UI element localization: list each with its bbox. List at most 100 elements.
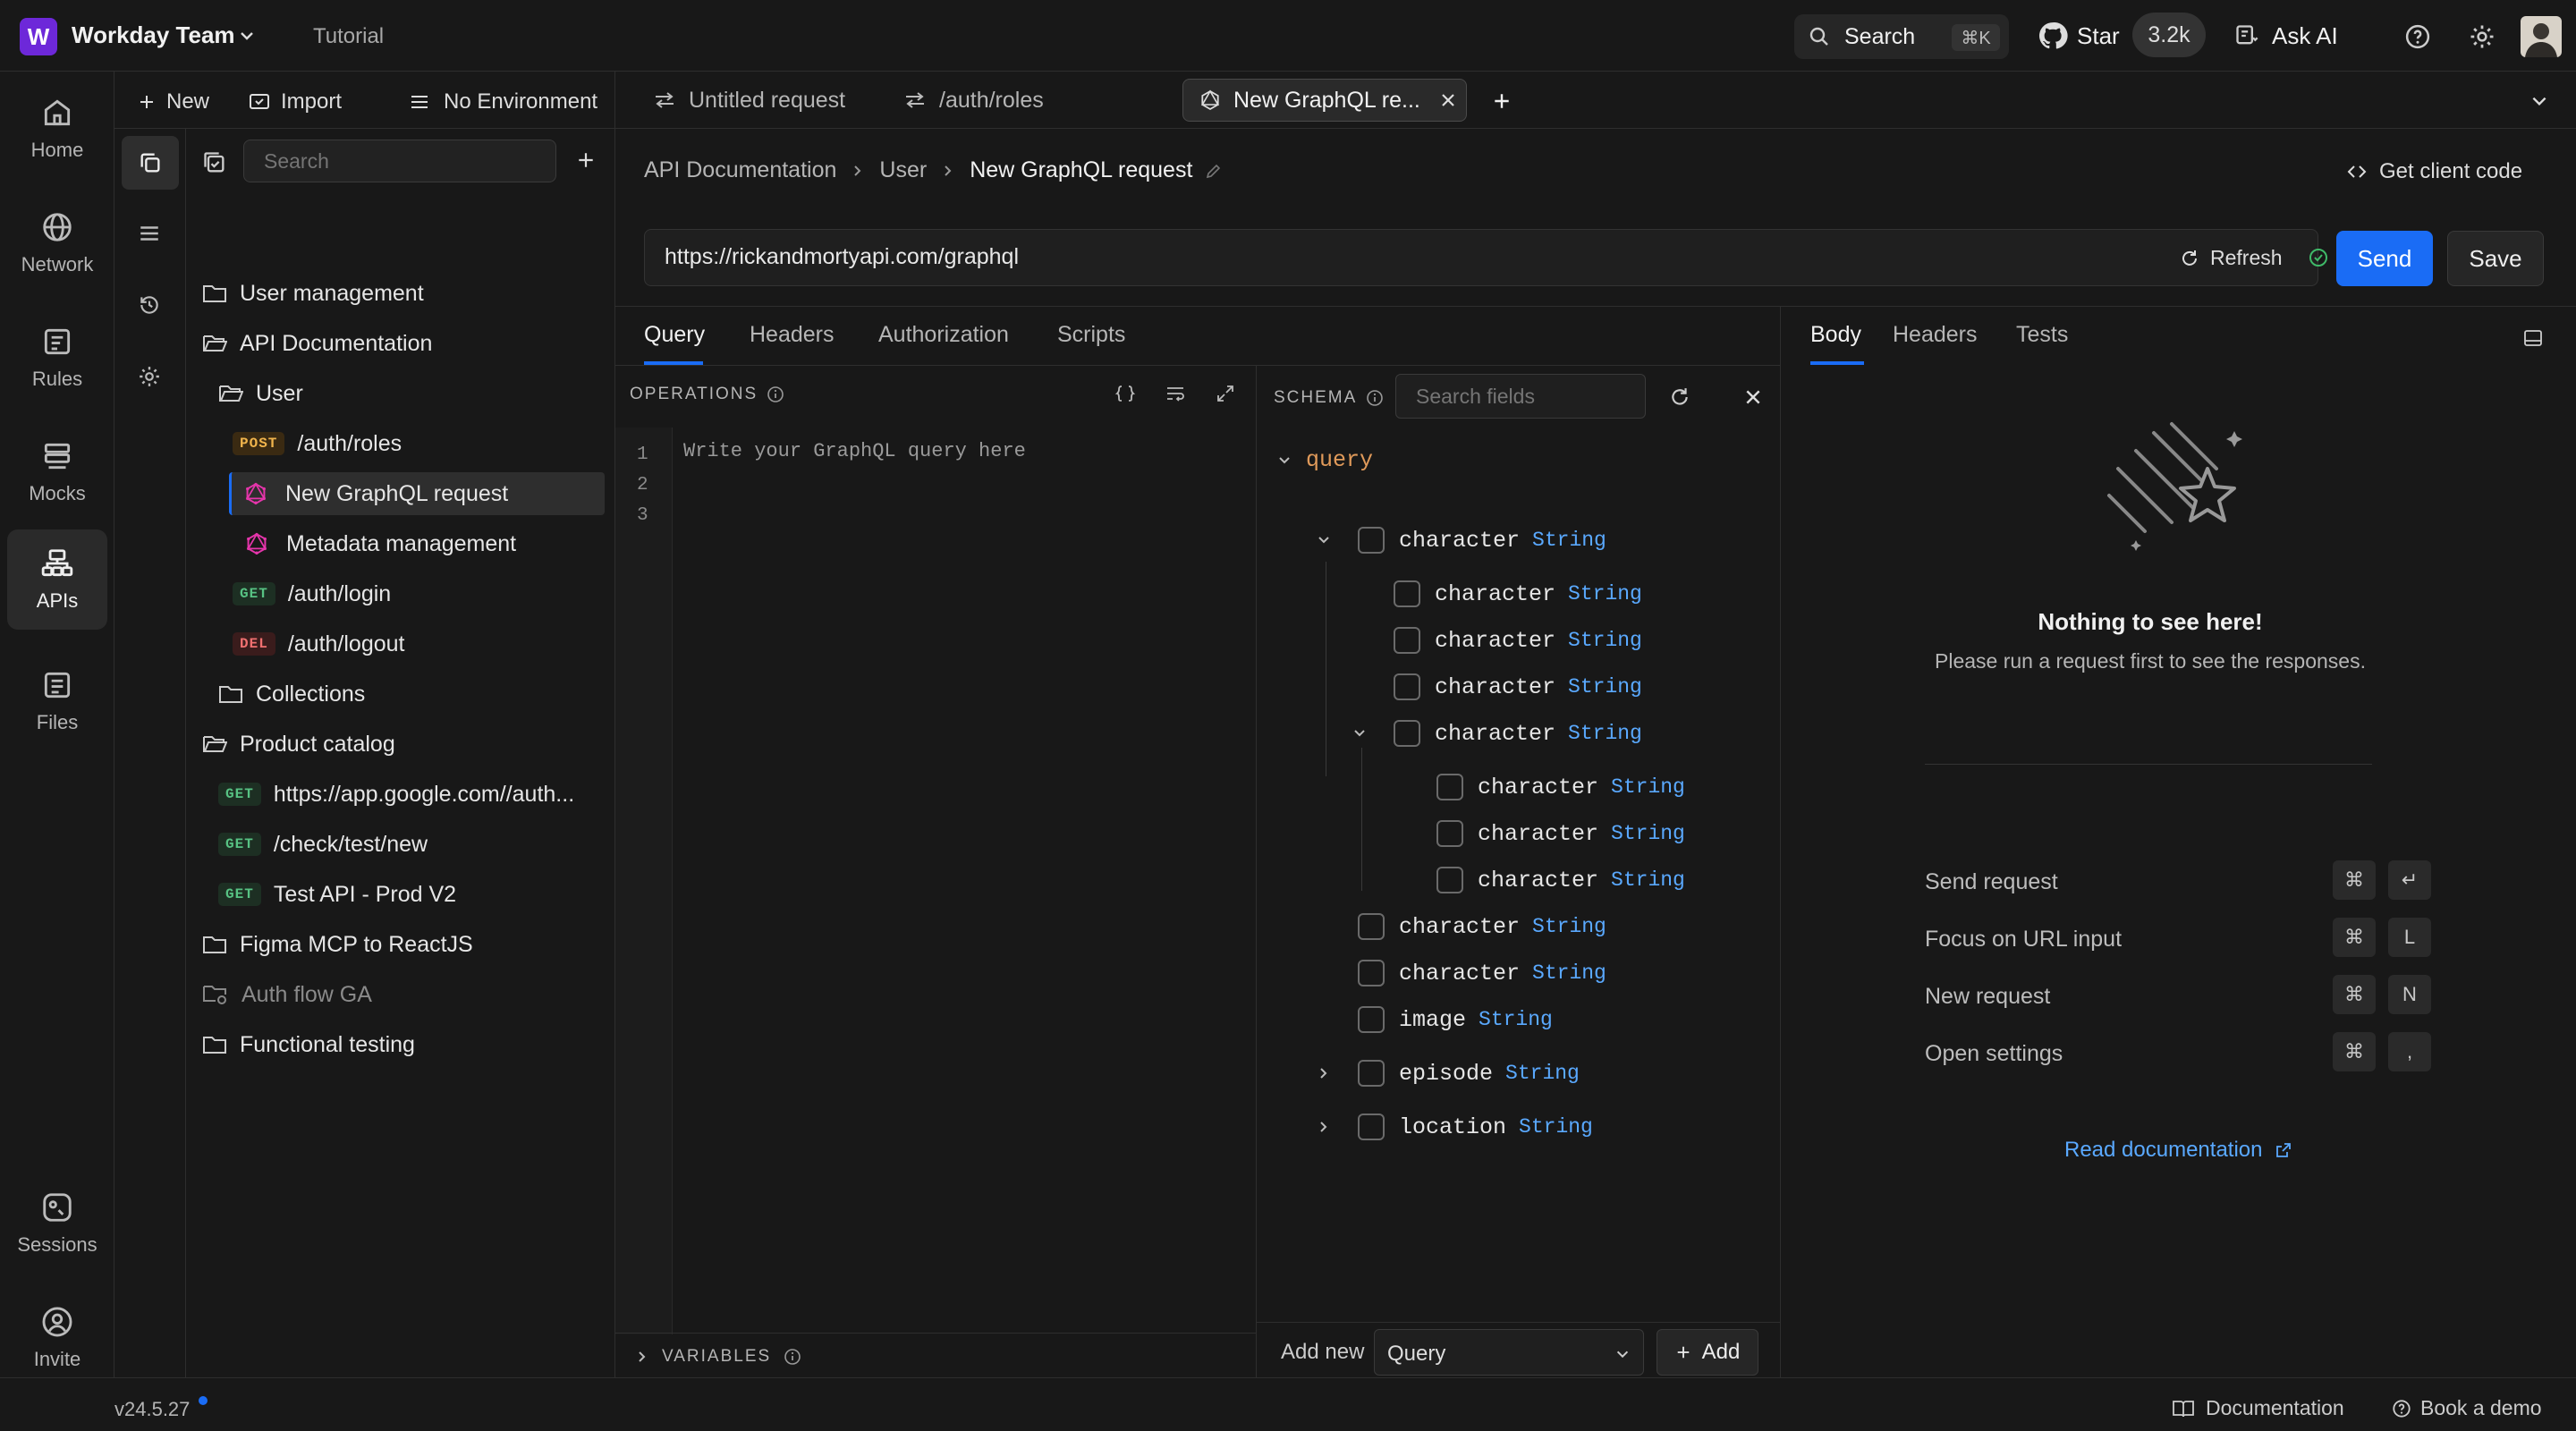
nav-sessions[interactable]: Sessions [7,1173,107,1274]
schema-field[interactable]: character String [1478,867,1685,893]
schema-field[interactable]: episode String [1399,1060,1580,1087]
tree-item[interactable]: GET/check/test/new [218,823,428,866]
add-operation-button[interactable]: Add [1657,1329,1758,1376]
schema-field[interactable]: character String [1435,627,1642,654]
new-button[interactable]: New [138,89,209,114]
field-checkbox[interactable] [1436,867,1463,893]
tab-auth-roles[interactable]: /auth/roles [887,79,1175,122]
field-checkbox[interactable] [1358,1113,1385,1140]
save-button[interactable]: Save [2447,231,2544,286]
tree-item[interactable]: Auth flow GA [202,973,372,1016]
tree-item[interactable]: POST/auth/roles [233,422,402,465]
tab-new-graphql-request[interactable]: New GraphQL re... [1182,79,1467,122]
schema-field[interactable]: character String [1478,774,1685,800]
info-icon[interactable] [1366,389,1384,407]
nav-network[interactable]: Network [7,193,107,293]
schema-field[interactable]: image String [1399,1006,1553,1033]
tab-authorization[interactable]: Authorization [878,322,1009,348]
field-checkbox[interactable] [1394,720,1420,747]
response-tab-tests[interactable]: Tests [2016,322,2068,348]
breadcrumb-mid[interactable]: User [879,157,927,183]
url-input[interactable]: https://rickandmortyapi.com/graphql [665,244,1019,270]
tutorial-link[interactable]: Tutorial [313,24,384,49]
sidebar-search-input[interactable] [243,140,556,182]
nav-apis[interactable]: APIs [7,529,107,630]
github-star-button[interactable]: Star [2077,22,2120,50]
schema-field[interactable]: character String [1435,580,1642,607]
prettify-icon[interactable] [1114,383,1136,404]
expand-icon[interactable] [1215,383,1236,404]
schema-field[interactable]: character String [1435,673,1642,700]
panel-layout-icon[interactable] [2522,327,2544,349]
schema-field[interactable]: character String [1435,720,1642,747]
query-editor[interactable]: Write your GraphQL query here [683,440,1026,462]
info-icon[interactable] [767,385,784,403]
add-collection-button[interactable] [576,150,596,170]
tree-item[interactable]: API Documentation [202,322,432,365]
schema-field[interactable]: character String [1399,960,1606,986]
select-all-icon[interactable] [202,150,227,175]
sidebar-settings-tab[interactable] [138,365,161,388]
field-checkbox[interactable] [1394,673,1420,700]
tree-item[interactable]: GET Test API - Prod V2 [218,873,456,916]
tree-item[interactable]: Functional testing [202,1023,415,1066]
documentation-link[interactable]: Documentation [2172,1396,2344,1420]
response-tab-headers[interactable]: Headers [1893,322,1978,348]
tree-item[interactable]: User management [202,272,424,315]
get-client-code-button[interactable]: Get client code [2347,159,2522,184]
tree-item[interactable]: GET/auth/login [233,572,391,615]
tree-item[interactable]: New GraphQL request [229,472,605,515]
read-documentation-link[interactable]: Read documentation [2064,1138,2292,1163]
schema-root[interactable]: query [1277,447,1373,473]
field-checkbox[interactable] [1436,774,1463,800]
nav-files[interactable]: Files [7,651,107,751]
schema-search-input[interactable] [1395,374,1646,419]
refresh-schema-button[interactable]: Refresh [2180,246,2283,270]
ask-ai-button[interactable]: Ask AI [2272,22,2338,50]
field-checkbox[interactable] [1394,627,1420,654]
tree-item[interactable]: Product catalog [202,723,395,766]
field-checkbox[interactable] [1358,1006,1385,1033]
collections-tab[interactable] [122,136,179,190]
operation-type-select[interactable]: Query [1374,1329,1644,1376]
field-checkbox[interactable] [1358,960,1385,986]
tab-untitled-request[interactable]: Untitled request [637,79,880,122]
chevron-down-icon[interactable] [1317,533,1331,547]
field-checkbox[interactable] [1436,820,1463,847]
schema-field[interactable]: character String [1478,820,1685,847]
tabs-overflow-button[interactable] [2529,91,2549,111]
schema-field[interactable]: character String [1399,913,1606,940]
chevron-right-icon[interactable] [1317,1120,1331,1134]
environments-tab[interactable] [138,222,161,245]
refresh-icon[interactable] [1669,386,1690,408]
nav-mocks[interactable]: Mocks [7,422,107,522]
tree-item[interactable]: Collections [218,673,365,716]
avatar[interactable] [2521,16,2562,57]
workspace-logo[interactable]: W [20,18,57,55]
schema-field[interactable]: character String [1399,527,1606,554]
tab-scripts[interactable]: Scripts [1057,322,1125,348]
wrap-lines-icon[interactable] [1165,383,1186,404]
tree-item[interactable]: Metadata management [233,522,516,565]
team-name[interactable]: Workday Team [72,21,235,49]
import-button[interactable]: Import [249,89,342,114]
help-icon[interactable] [2404,23,2431,50]
field-checkbox[interactable] [1358,913,1385,940]
new-tab-button[interactable] [1492,91,1512,111]
chevron-down-icon[interactable] [238,27,256,45]
nav-rules[interactable]: Rules [7,308,107,408]
gear-icon[interactable] [2469,23,2496,50]
schema-field[interactable]: location String [1399,1113,1593,1140]
info-icon[interactable] [784,1348,801,1366]
breadcrumb-root[interactable]: API Documentation [644,157,836,183]
pencil-icon[interactable] [1205,162,1223,180]
chevron-down-icon[interactable] [1352,726,1367,741]
book-demo-link[interactable]: Book a demo [2392,1396,2542,1420]
send-button[interactable]: Send [2336,231,2433,286]
tab-headers[interactable]: Headers [750,322,835,348]
tree-item[interactable]: GET https://app.google.com//auth... [218,773,574,816]
nav-home[interactable]: Home [7,79,107,179]
history-tab[interactable] [138,293,161,317]
tree-item[interactable]: DEL/auth/logout [233,622,404,665]
field-checkbox[interactable] [1358,527,1385,554]
